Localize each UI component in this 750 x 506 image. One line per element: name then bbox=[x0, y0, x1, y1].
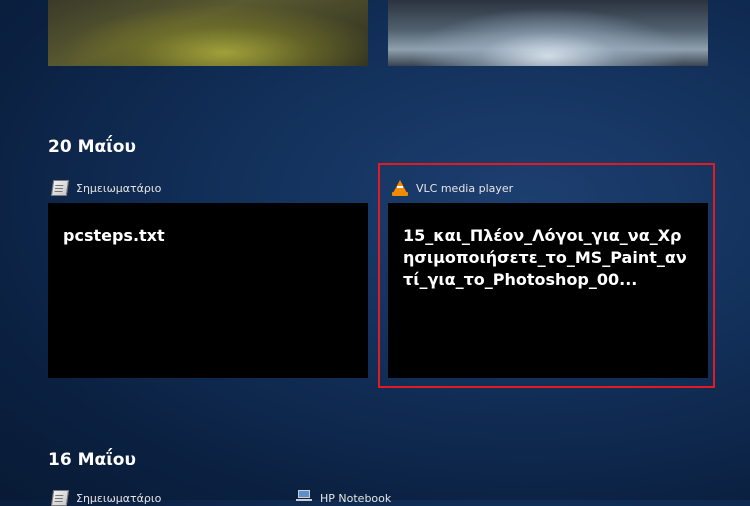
activity-thumbnail-landscape[interactable] bbox=[48, 0, 368, 66]
notepad-icon bbox=[50, 490, 70, 506]
laptop-icon bbox=[296, 490, 312, 506]
date-heading: 16 Μαΐου bbox=[48, 450, 136, 470]
activity-app-label: Σημειωματάριο bbox=[50, 180, 162, 196]
app-name: Σημειωματάριο bbox=[76, 181, 162, 195]
activity-app-label: HP Notebook bbox=[296, 490, 391, 506]
app-name: HP Notebook bbox=[320, 491, 392, 505]
activity-app-label: Σημειωματάριο bbox=[50, 490, 162, 506]
notepad-icon bbox=[50, 180, 70, 196]
date-heading: 20 Μαΐου bbox=[48, 137, 136, 157]
activity-title: pcsteps.txt bbox=[63, 226, 165, 245]
activity-thumbnail-lake[interactable] bbox=[388, 0, 708, 66]
app-name: Σημειωματάριο bbox=[76, 491, 162, 505]
activity-card-notepad[interactable]: pcsteps.txt bbox=[48, 203, 368, 378]
highlight-box bbox=[378, 163, 715, 388]
